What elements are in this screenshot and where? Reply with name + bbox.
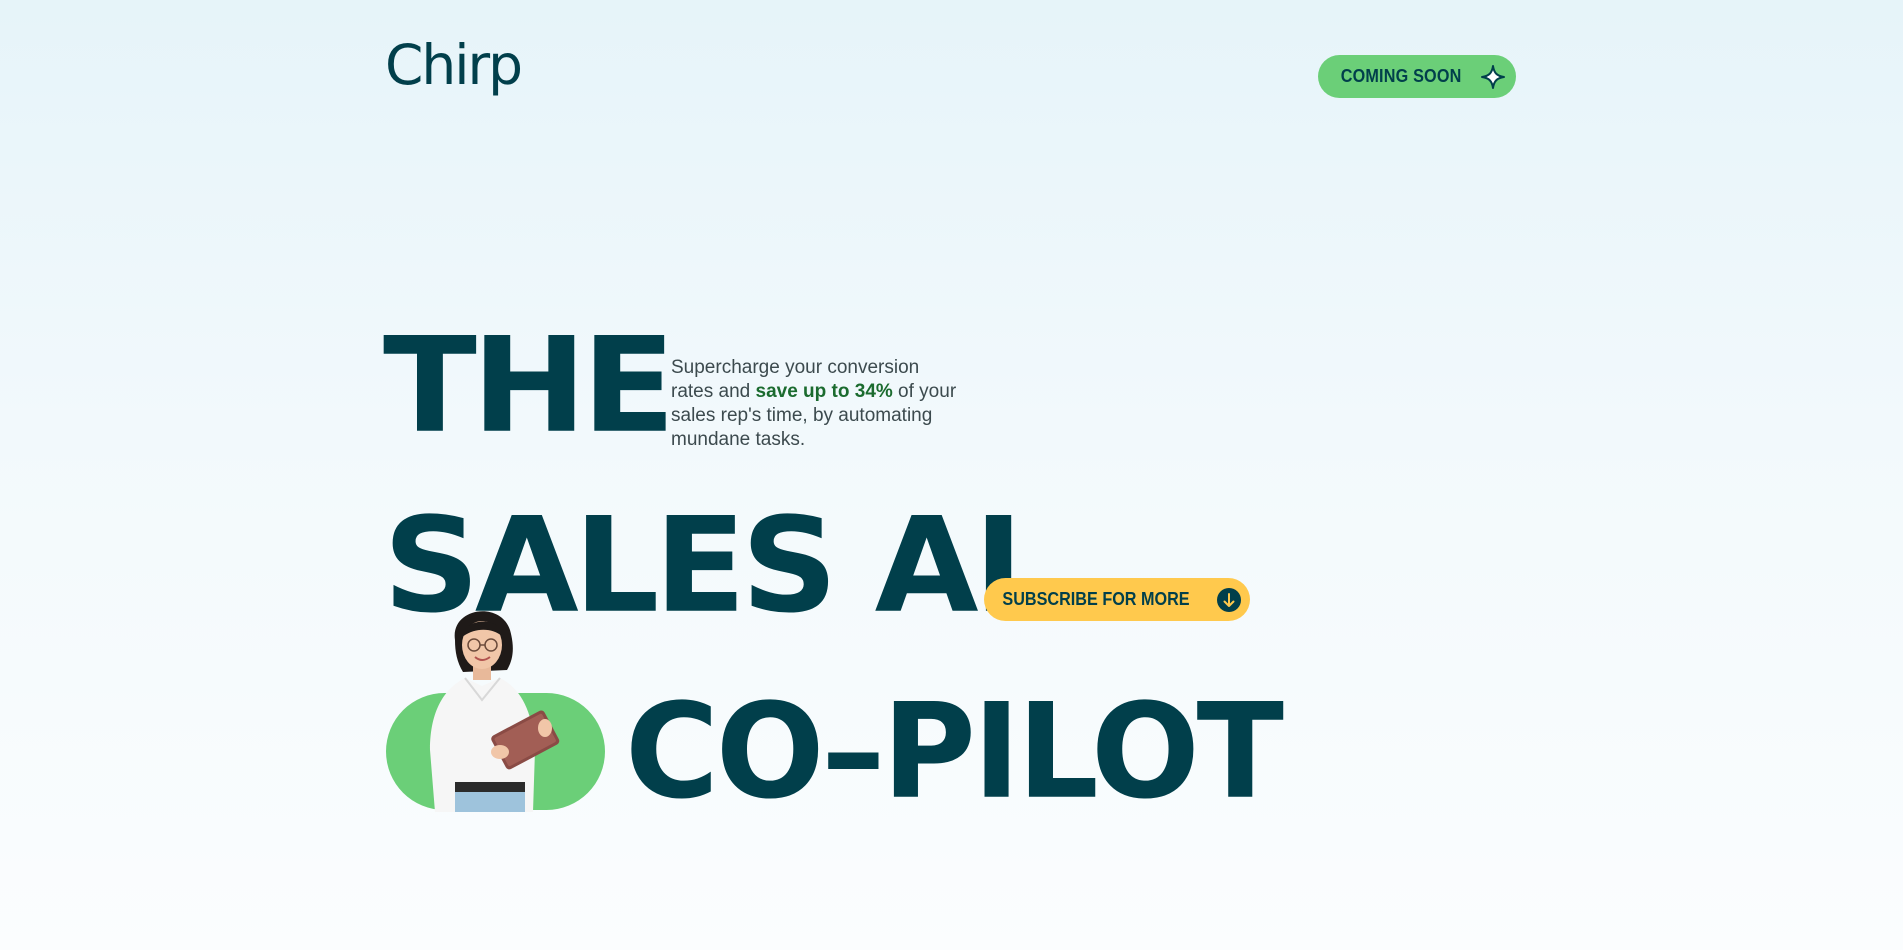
description-highlight: save up to 34% [755, 381, 893, 402]
subscribe-button[interactable]: SUBSCRIBE FOR MORE [984, 578, 1250, 621]
coming-soon-label: COMING SOON [1340, 66, 1462, 86]
woman-with-tablet-image [405, 600, 585, 812]
landing-page: Chirp COMING SOON THE Supercharge your c… [0, 0, 1903, 950]
arrow-down-circle-icon [1216, 587, 1242, 613]
sparkle-icon [1480, 64, 1506, 90]
chirp-logo[interactable]: Chirp [385, 38, 523, 93]
subscribe-label: SUBSCRIBE FOR MORE [1002, 589, 1190, 609]
hero-description: Supercharge your conversion rates and sa… [671, 356, 961, 452]
coming-soon-button[interactable]: COMING SOON [1318, 55, 1516, 98]
headline-line-3: CO–PILOT [625, 674, 1284, 828]
headline-line-1: THE [383, 308, 676, 462]
